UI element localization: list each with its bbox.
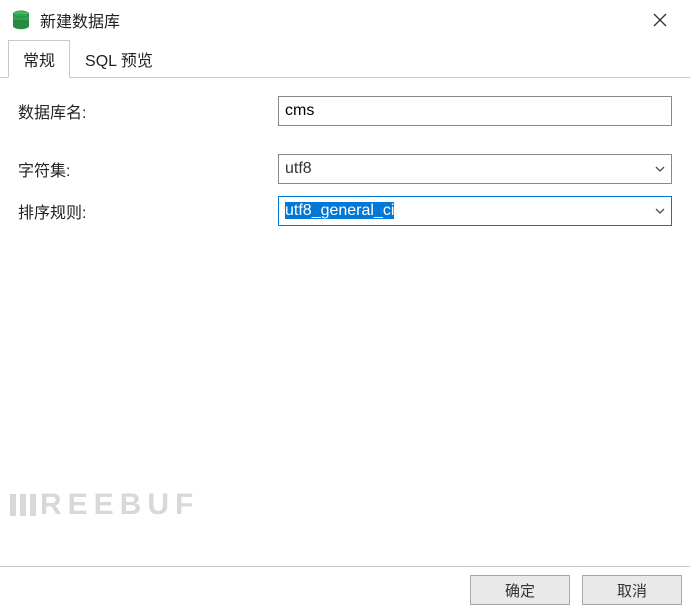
input-database-name[interactable] <box>278 96 672 126</box>
tab-sql-preview-label: SQL 预览 <box>85 53 153 70</box>
label-collation: 排序规则: <box>18 199 278 223</box>
cancel-button-label: 取消 <box>617 580 647 601</box>
dialog-window: 新建数据库 常规 SQL 预览 数据库名: 字符集: utf8 <box>0 0 690 613</box>
cancel-button[interactable]: 取消 <box>582 575 682 605</box>
chevron-down-icon <box>649 205 671 217</box>
chevron-down-icon <box>649 163 671 175</box>
label-charset: 字符集: <box>18 157 278 181</box>
tab-general[interactable]: 常规 <box>8 40 70 78</box>
title-bar: 新建数据库 <box>0 0 690 40</box>
database-icon <box>10 9 32 31</box>
form-area: 数据库名: 字符集: utf8 排序规则: utf8_ <box>0 78 690 567</box>
button-bar: 确定 取消 <box>0 567 690 613</box>
combobox-collation-value: utf8_general_ci <box>279 202 649 220</box>
ok-button-label: 确定 <box>505 580 535 601</box>
tab-sql-preview[interactable]: SQL 预览 <box>70 40 168 77</box>
close-icon <box>653 13 667 27</box>
watermark: REEBUF <box>10 488 199 522</box>
close-button[interactable] <box>640 0 680 40</box>
tab-row: 常规 SQL 预览 <box>0 40 690 78</box>
window-title: 新建数据库 <box>40 8 120 32</box>
label-database-name: 数据库名: <box>18 99 278 123</box>
row-collation: 排序规则: utf8_general_ci <box>18 196 672 226</box>
row-charset: 字符集: utf8 <box>18 154 672 184</box>
tab-general-label: 常规 <box>23 53 55 70</box>
combobox-collation[interactable]: utf8_general_ci <box>278 196 672 226</box>
row-database-name: 数据库名: <box>18 96 672 126</box>
ok-button[interactable]: 确定 <box>470 575 570 605</box>
combobox-charset-value: utf8 <box>279 160 649 178</box>
combobox-charset[interactable]: utf8 <box>278 154 672 184</box>
